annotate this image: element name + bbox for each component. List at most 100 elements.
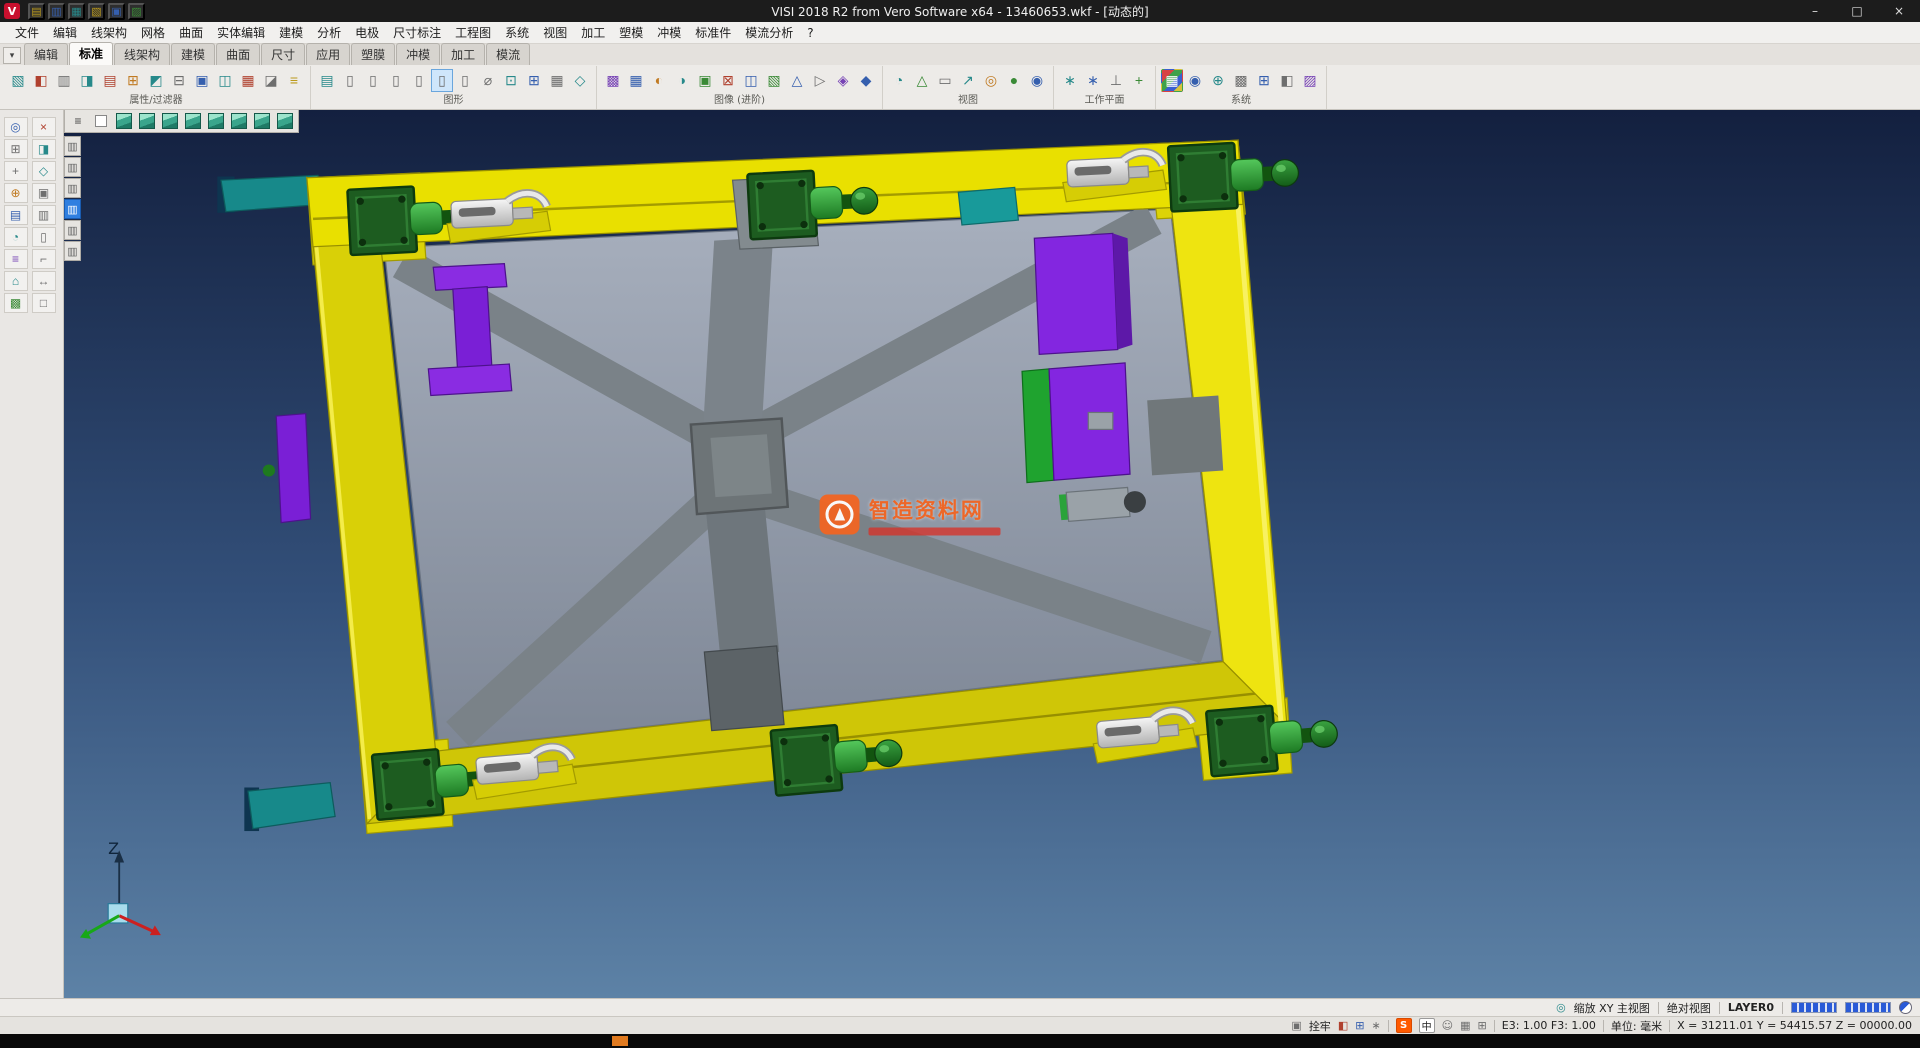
quick-access-icon[interactable]: ▥ <box>48 3 65 20</box>
toolbar-icon[interactable]: ⊡ <box>500 69 522 92</box>
toolbar-icon[interactable]: ⊥ <box>1105 69 1127 92</box>
toolbar-icon[interactable]: ▷ <box>809 69 831 92</box>
toolbar-icon[interactable]: ▣ <box>191 69 213 92</box>
ime-toolbox-icon[interactable]: ⊞ <box>1478 1019 1487 1032</box>
menu-item[interactable]: ? <box>800 24 820 42</box>
status-tool-icon[interactable]: ⊞ <box>1355 1019 1364 1032</box>
quick-access-icon[interactable]: ▧ <box>88 3 105 20</box>
toolbar-icon[interactable]: ◆ <box>855 69 877 92</box>
toolbar-icon[interactable]: ▯ <box>431 69 453 92</box>
menu-item[interactable]: 加工 <box>574 22 612 43</box>
menu-item[interactable]: 曲面 <box>172 22 210 43</box>
toolbar-icon[interactable]: ↗ <box>957 69 979 92</box>
sidebar-tool-icon[interactable]: ⊕ <box>4 183 28 203</box>
sidebar-tool-icon[interactable]: × <box>32 117 56 137</box>
ime-emoji-icon[interactable]: ☺ <box>1442 1019 1453 1032</box>
view-cube-icon[interactable] <box>228 112 250 131</box>
toolbar-icon[interactable]: ⊞ <box>523 69 545 92</box>
menu-item[interactable]: 系统 <box>498 22 536 43</box>
toolbar-icon[interactable]: ∗ <box>1059 69 1081 92</box>
viewport-canvas[interactable]: Z <box>64 110 1920 998</box>
ribbon-tab[interactable]: 曲面 <box>216 43 260 65</box>
zoom-view-icon[interactable]: ◎ <box>1556 1001 1566 1014</box>
toolbar-icon[interactable]: ◨ <box>76 69 98 92</box>
layer-cylinder-icon[interactable]: ▥ <box>64 136 81 156</box>
toolbar-icon[interactable]: ▯ <box>385 69 407 92</box>
toolbar-icon[interactable]: △ <box>786 69 808 92</box>
lock-label[interactable]: 拴牢 <box>1309 1018 1331 1034</box>
sidebar-tool-icon[interactable]: ◎ <box>4 117 28 137</box>
ribbon-tab[interactable]: 线架构 <box>114 43 170 65</box>
toolbar-icon[interactable]: ▧ <box>763 69 785 92</box>
ribbon-tab[interactable]: 冲模 <box>396 43 440 65</box>
toolbar-icon[interactable]: ⊞ <box>1253 69 1275 92</box>
toolbar-icon[interactable]: ▦ <box>237 69 259 92</box>
lock-icon[interactable]: ▣ <box>1291 1019 1301 1032</box>
toolbar-icon[interactable]: ▦ <box>625 69 647 92</box>
quick-access-icon[interactable]: ▨ <box>128 3 145 20</box>
toolbar-icon[interactable]: ▧ <box>7 69 29 92</box>
tab-dropdown-button[interactable]: ▾ <box>3 47 21 64</box>
layer-cylinder-icon[interactable]: ▥ <box>64 199 81 219</box>
close-button[interactable]: × <box>1878 0 1920 22</box>
toolbar-icon[interactable]: ▦ <box>546 69 568 92</box>
toolbar-icon[interactable]: ⊕ <box>1207 69 1229 92</box>
sidebar-tool-icon[interactable]: ⊞ <box>4 139 28 159</box>
toolbar-icon[interactable]: ◧ <box>1276 69 1298 92</box>
menu-item[interactable]: 标准件 <box>688 22 738 43</box>
ribbon-tab[interactable]: 加工 <box>441 43 485 65</box>
menu-item[interactable]: 工程图 <box>448 22 498 43</box>
ribbon-tab[interactable]: 编辑 <box>24 43 68 65</box>
sidebar-tool-icon[interactable]: ↔ <box>32 271 56 291</box>
quick-access-icon[interactable]: ▣ <box>108 3 125 20</box>
minimize-button[interactable]: – <box>1794 0 1836 22</box>
toolbar-icon[interactable]: ▨ <box>1299 69 1321 92</box>
view-cube-icon[interactable] <box>159 112 181 131</box>
menu-item[interactable]: 视图 <box>536 22 574 43</box>
view-tool-label[interactable]: 缩放 XY 主视图 <box>1574 1000 1650 1016</box>
menu-item[interactable]: 实体编辑 <box>210 22 272 43</box>
view-cube-icon[interactable]: □ <box>90 112 112 131</box>
toolbar-icon[interactable]: ◑ <box>671 69 693 92</box>
sidebar-tool-icon[interactable]: ▯ <box>32 227 56 247</box>
menu-item[interactable]: 分析 <box>310 22 348 43</box>
menu-item[interactable]: 网格 <box>134 22 172 43</box>
ribbon-tab[interactable]: 塑膜 <box>351 43 395 65</box>
menu-item[interactable]: 冲模 <box>650 22 688 43</box>
toolbar-icon[interactable]: ⊞ <box>122 69 144 92</box>
toolbar-icon[interactable]: ◉ <box>1184 69 1206 92</box>
quick-access-icon[interactable]: ▦ <box>68 3 85 20</box>
view-cube-icon[interactable]: ≡ <box>67 112 89 131</box>
sidebar-tool-icon[interactable]: ◇ <box>32 161 56 181</box>
layer-cylinder-icon[interactable]: ▥ <box>64 157 81 177</box>
toolbar-icon[interactable]: ◎ <box>980 69 1002 92</box>
toolbar-icon[interactable]: ≡ <box>283 69 305 92</box>
toolbar-icon[interactable]: ▣ <box>694 69 716 92</box>
sidebar-tool-icon[interactable]: ▩ <box>4 293 28 313</box>
toolbar-icon[interactable]: ● <box>1003 69 1025 92</box>
menu-item[interactable]: 线架构 <box>84 22 134 43</box>
toolbar-icon[interactable]: ◐ <box>648 69 670 92</box>
toolbar-icon[interactable]: ▦ <box>1161 69 1183 92</box>
active-layer-label[interactable]: LAYER0 <box>1728 1001 1774 1014</box>
ribbon-tab[interactable]: 建模 <box>171 43 215 65</box>
view-cube-icon[interactable] <box>113 112 135 131</box>
absolute-view-label[interactable]: 绝对视图 <box>1667 1000 1711 1016</box>
layer-cylinder-icon[interactable]: ▥ <box>64 220 81 240</box>
view-cube-icon[interactable] <box>136 112 158 131</box>
toolbar-icon[interactable]: ▤ <box>316 69 338 92</box>
menu-item[interactable]: 模流分析 <box>738 22 800 43</box>
view-cube-icon[interactable] <box>205 112 227 131</box>
taskbar-item[interactable] <box>612 1036 628 1046</box>
toolbar-icon[interactable]: ◧ <box>30 69 52 92</box>
toolbar-icon[interactable]: ▯ <box>408 69 430 92</box>
toolbar-icon[interactable]: ◪ <box>260 69 282 92</box>
toolbar-icon[interactable]: ▩ <box>1230 69 1252 92</box>
ime-sogou-icon[interactable]: S <box>1396 1018 1412 1033</box>
quick-access-icon[interactable]: ▤ <box>28 3 45 20</box>
sidebar-tool-icon[interactable]: □ <box>32 293 56 313</box>
toolbar-icon[interactable]: ▯ <box>362 69 384 92</box>
sidebar-tool-icon[interactable]: ▥ <box>32 205 56 225</box>
menu-item[interactable]: 文件 <box>8 22 46 43</box>
toolbar-icon[interactable]: ▭ <box>934 69 956 92</box>
